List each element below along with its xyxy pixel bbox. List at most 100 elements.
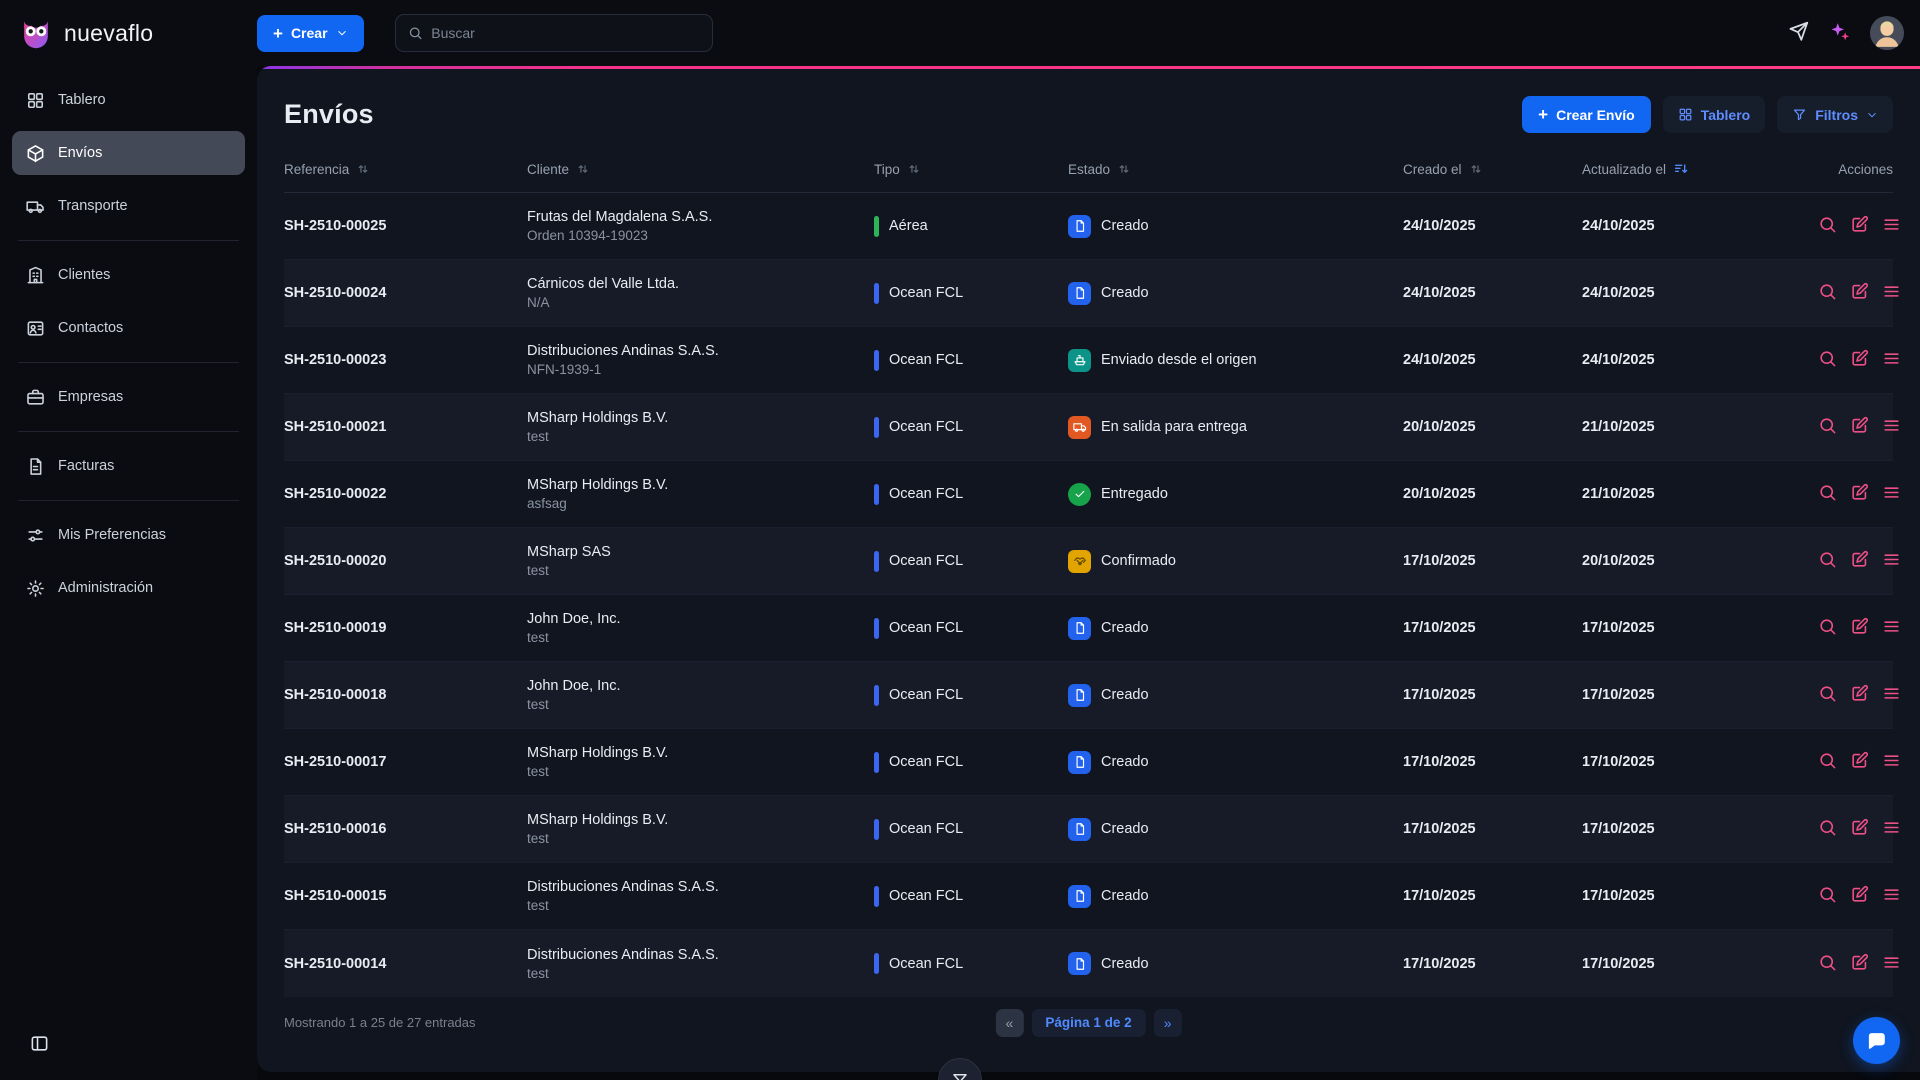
create-shipment-button[interactable]: + Crear Envío (1522, 96, 1651, 133)
sidebar-item-mis-preferencias[interactable]: Mis Preferencias (12, 513, 245, 557)
edit-action-button[interactable] (1850, 751, 1869, 773)
client-name: MSharp Holdings B.V. (527, 477, 874, 493)
row-actions (1818, 885, 1901, 907)
view-action-button[interactable] (1818, 282, 1837, 304)
magnifier-icon (1818, 617, 1837, 636)
menu-action-button[interactable] (1882, 349, 1901, 371)
edit-action-button[interactable] (1850, 684, 1869, 706)
menu-action-button[interactable] (1882, 684, 1901, 706)
board-view-button[interactable]: Tablero (1663, 96, 1766, 133)
view-action-button[interactable] (1818, 215, 1837, 237)
table-row[interactable]: SH-2510-00019 John Doe, Inc. test Ocean … (284, 595, 1893, 662)
status-cell: Creado (1068, 617, 1403, 640)
next-page-button[interactable]: » (1154, 1009, 1182, 1037)
edit-action-button[interactable] (1850, 617, 1869, 639)
menu-action-button[interactable] (1882, 550, 1901, 572)
edit-action-button[interactable] (1850, 483, 1869, 505)
sidebar-item-tablero[interactable]: Tablero (12, 78, 245, 122)
client-cell: Distribuciones Andinas S.A.S. NFN-1939-1 (527, 343, 874, 377)
edit-action-button[interactable] (1850, 215, 1869, 237)
view-action-button[interactable] (1818, 349, 1837, 371)
sort-icon (1117, 162, 1131, 176)
user-avatar[interactable] (1870, 16, 1904, 50)
sidebar-item-contactos[interactable]: Contactos (12, 306, 245, 350)
table-row[interactable]: SH-2510-00024 Cárnicos del Valle Ltda. N… (284, 260, 1893, 327)
table-row[interactable]: SH-2510-00015 Distribuciones Andinas S.A… (284, 863, 1893, 930)
column-label: Tipo (874, 162, 900, 177)
brand[interactable]: nuevaflo (0, 15, 257, 51)
column-header-tipo[interactable]: Tipo (874, 161, 1068, 177)
prev-page-button[interactable]: « (995, 1009, 1023, 1037)
sidebar-item-facturas[interactable]: Facturas (12, 444, 245, 488)
edit-action-button[interactable] (1850, 416, 1869, 438)
column-header-creado-el[interactable]: Creado el (1403, 161, 1582, 177)
menu-action-button[interactable] (1882, 953, 1901, 975)
menu-action-button[interactable] (1882, 617, 1901, 639)
column-header-actualizado-el[interactable]: Actualizado el (1582, 161, 1818, 177)
grid-icon (26, 91, 45, 110)
column-header-referencia[interactable]: Referencia (284, 161, 527, 177)
view-action-button[interactable] (1818, 416, 1837, 438)
edit-action-button[interactable] (1850, 282, 1869, 304)
table-row[interactable]: SH-2510-00017 MSharp Holdings B.V. test … (284, 729, 1893, 796)
menu-action-button[interactable] (1882, 215, 1901, 237)
briefcase-icon (26, 388, 45, 407)
menu-action-button[interactable] (1882, 282, 1901, 304)
table-row[interactable]: SH-2510-00025 Frutas del Magdalena S.A.S… (284, 193, 1893, 260)
table-row[interactable]: SH-2510-00014 Distribuciones Andinas S.A… (284, 930, 1893, 997)
edit-action-button[interactable] (1850, 550, 1869, 572)
accent-gradient-line (257, 66, 1920, 69)
client-name: MSharp SAS (527, 544, 874, 560)
edit-action-button[interactable] (1850, 349, 1869, 371)
chat-fab[interactable] (1853, 1017, 1900, 1064)
menu-action-button[interactable] (1882, 885, 1901, 907)
table-row[interactable]: SH-2510-00018 John Doe, Inc. test Ocean … (284, 662, 1893, 729)
view-action-button[interactable] (1818, 617, 1837, 639)
edit-action-button[interactable] (1850, 818, 1869, 840)
main-panel: Envíos + Crear Envío Tablero Filtros Ref… (257, 66, 1920, 1072)
search-input[interactable] (431, 25, 699, 41)
edit-action-button[interactable] (1850, 953, 1869, 975)
send-button[interactable] (1788, 21, 1809, 45)
ai-assistant-button[interactable] (1829, 21, 1850, 45)
view-action-button[interactable] (1818, 953, 1837, 975)
magnifier-icon (1818, 550, 1837, 569)
table-row[interactable]: SH-2510-00022 MSharp Holdings B.V. asfsa… (284, 461, 1893, 528)
table-row[interactable]: SH-2510-00020 MSharp SAS test Ocean FCL … (284, 528, 1893, 595)
view-action-button[interactable] (1818, 818, 1837, 840)
table-row[interactable]: SH-2510-00016 MSharp Holdings B.V. test … (284, 796, 1893, 863)
sidebar-item-transporte[interactable]: Transporte (12, 184, 245, 228)
type-color-bar (874, 417, 879, 438)
menu-action-button[interactable] (1882, 483, 1901, 505)
menu-action-button[interactable] (1882, 818, 1901, 840)
filters-label: Filtros (1815, 107, 1858, 123)
create-button[interactable]: + Crear (257, 15, 364, 52)
filters-button[interactable]: Filtros (1777, 96, 1893, 133)
sidebar-item-envios[interactable]: Envíos (12, 131, 245, 175)
row-reference: SH-2510-00016 (284, 821, 527, 837)
view-action-button[interactable] (1818, 885, 1837, 907)
view-action-button[interactable] (1818, 550, 1837, 572)
topbar: nuevaflo + Crear (0, 0, 1920, 66)
column-header-estado[interactable]: Estado (1068, 161, 1403, 177)
menu-icon (1882, 483, 1901, 502)
building-icon (26, 266, 45, 285)
menu-action-button[interactable] (1882, 751, 1901, 773)
view-action-button[interactable] (1818, 684, 1837, 706)
topbar-actions (1788, 16, 1920, 50)
type-color-bar (874, 216, 879, 237)
column-header-cliente[interactable]: Cliente (527, 161, 874, 177)
sidebar-collapse-button[interactable] (30, 1034, 49, 1056)
sidebar-item-administracion[interactable]: Administración (12, 566, 245, 610)
view-action-button[interactable] (1818, 751, 1837, 773)
table-row[interactable]: SH-2510-00023 Distribuciones Andinas S.A… (284, 327, 1893, 394)
table-row[interactable]: SH-2510-00021 MSharp Holdings B.V. test … (284, 394, 1893, 461)
row-reference: SH-2510-00021 (284, 419, 527, 435)
row-reference: SH-2510-00019 (284, 620, 527, 636)
edit-action-button[interactable] (1850, 885, 1869, 907)
view-action-button[interactable] (1818, 483, 1837, 505)
sidebar-item-clientes[interactable]: Clientes (12, 253, 245, 297)
menu-action-button[interactable] (1882, 416, 1901, 438)
search-box[interactable] (395, 14, 713, 52)
sidebar-item-empresas[interactable]: Empresas (12, 375, 245, 419)
